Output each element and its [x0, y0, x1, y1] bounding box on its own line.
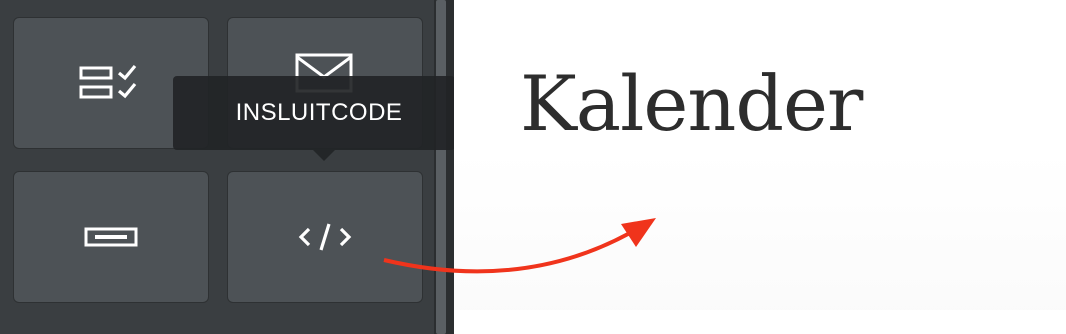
button-block-tile[interactable]	[13, 171, 209, 303]
code-icon	[298, 223, 352, 251]
page-canvas[interactable]	[454, 0, 1066, 334]
drag-arrow-icon	[383, 218, 656, 274]
sidebar-scrollbar[interactable]	[436, 0, 446, 334]
button-icon	[84, 227, 138, 247]
canvas-footer-strip	[454, 310, 1066, 334]
tooltip-caret	[313, 150, 335, 161]
element-sidebar	[0, 0, 434, 334]
checklist-icon	[79, 65, 137, 99]
page-title[interactable]: Kalender	[520, 58, 863, 149]
tooltip: INSLUITCODE	[173, 76, 455, 150]
